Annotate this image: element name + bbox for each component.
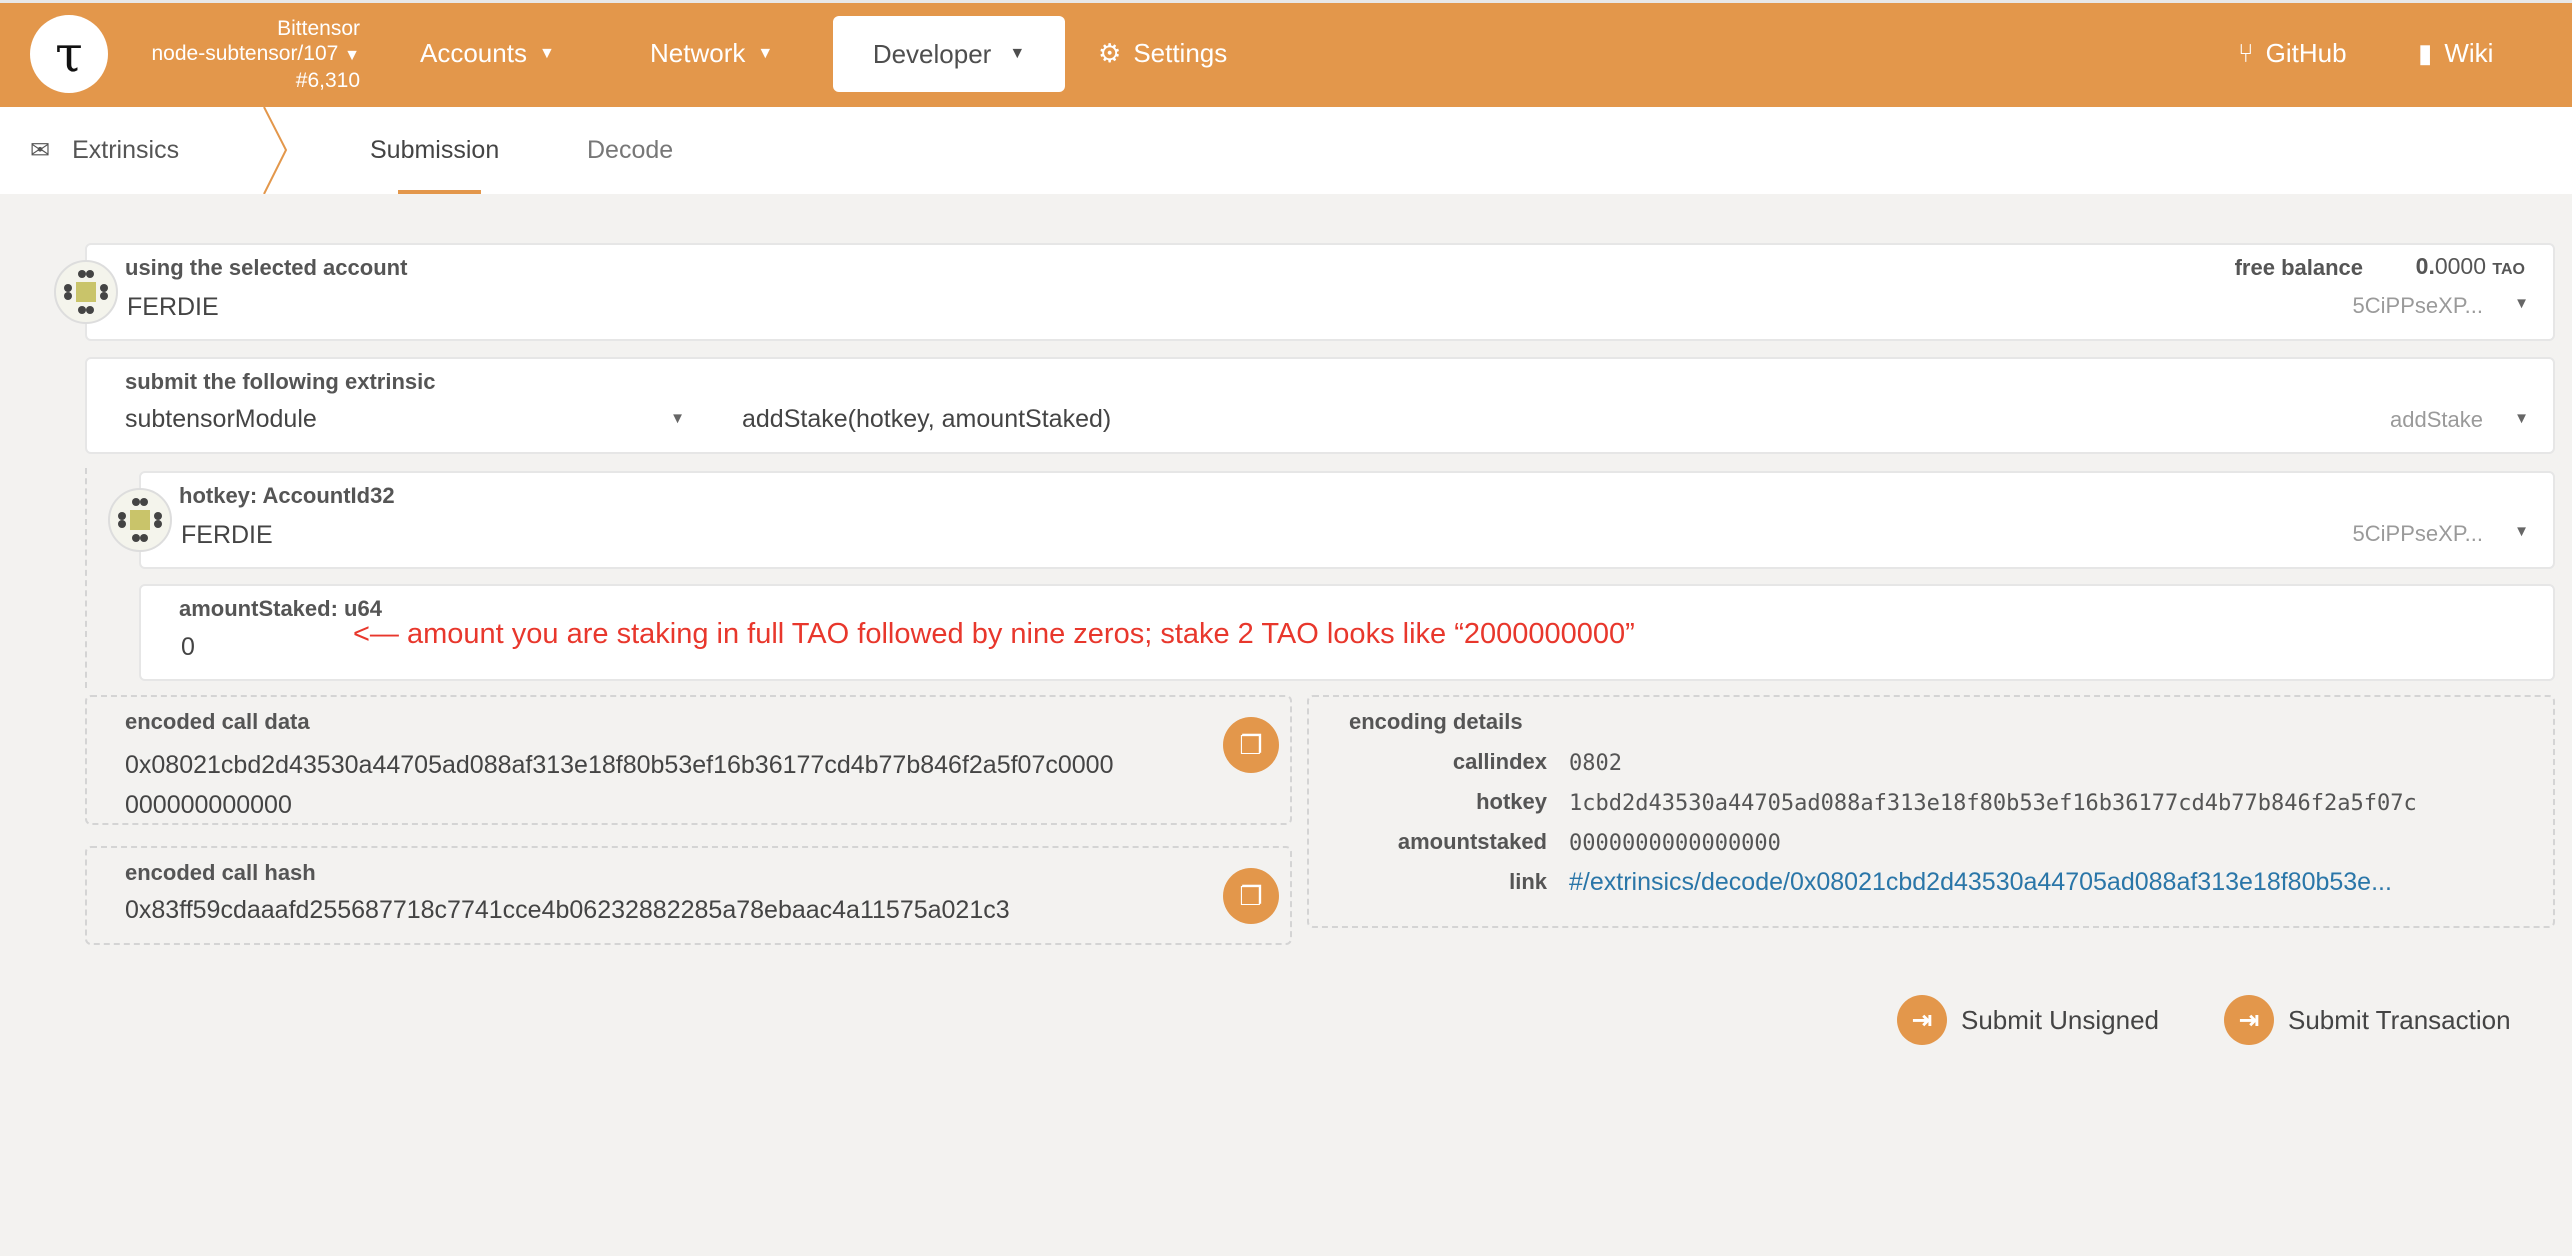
tab-label: Submission: [370, 136, 500, 164]
button-label: Submit Transaction: [2288, 1004, 2511, 1035]
section-extrinsics: ✉ Extrinsics: [30, 107, 179, 194]
account-address: 5CiPPseXP...: [2352, 293, 2483, 318]
detail-key: amountstaked: [1397, 829, 1547, 854]
detail-value: 0000000000000000: [1569, 831, 1781, 856]
amount-label: amountStaked: u64: [179, 596, 382, 621]
hotkey-selector[interactable]: hotkey: AccountId32 FERDIE 5CiPPseXP... …: [139, 471, 2555, 569]
detail-key: link: [1509, 869, 1547, 894]
caret-down-icon: ▼: [2514, 410, 2529, 427]
caret-down-icon: ▼: [538, 44, 555, 62]
hotkey-identicon: [108, 488, 172, 552]
node-version: node-subtensor/107: [151, 42, 339, 65]
method-value: addStake: [2390, 407, 2483, 432]
details-title: encoding details: [1349, 709, 1523, 734]
block-number: #6,310: [295, 69, 360, 92]
envelope-icon: ✉: [30, 137, 51, 164]
nav-label: Network: [650, 38, 746, 68]
account-selector[interactable]: using the selected account FERDIE free b…: [85, 243, 2555, 341]
button-label: Submit Unsigned: [1961, 1004, 2159, 1035]
book-icon: ▮: [2418, 38, 2433, 68]
amount-staked-field[interactable]: amountStaked: u64 0 <— amount you are st…: [139, 584, 2555, 681]
tab-label: Decode: [587, 136, 674, 164]
account-identicon: [54, 260, 118, 324]
call-hash-label: encoded call hash: [125, 860, 316, 885]
balance-unit: TAO: [2492, 261, 2525, 278]
balance-dec: 0000: [2434, 253, 2487, 279]
hotkey-name: FERDIE: [181, 521, 273, 549]
detail-key: hotkey: [1476, 789, 1547, 814]
detail-key: callindex: [1452, 749, 1547, 774]
top-nav-bar: [0, 0, 2572, 107]
wiki-link[interactable]: ▮ Wiki: [2418, 0, 2493, 107]
git-branch-icon: ⑂: [2238, 38, 2254, 68]
encoding-details: encoding details callindex 0802 hotkey 1…: [1307, 695, 2555, 928]
github-link[interactable]: ⑂ GitHub: [2238, 0, 2347, 107]
nav-settings[interactable]: ⚙ Settings: [1098, 0, 1227, 107]
chain-name: Bittensor: [277, 17, 360, 40]
sign-in-icon: ⇥: [2224, 995, 2274, 1045]
balance-value: 0.0000 TAO: [2416, 253, 2525, 280]
module-dropdown[interactable]: subtensorModule ▼: [125, 405, 685, 434]
balance-int: 0.: [2415, 253, 2435, 279]
nav-network[interactable]: Network ▼: [650, 0, 773, 107]
call-data-label: encoded call data: [125, 709, 310, 734]
balance-label: free balance: [2234, 255, 2363, 280]
detail-value: 0802: [1569, 751, 1622, 776]
section-label: Extrinsics: [72, 136, 180, 164]
call-data-line: 000000000000: [125, 791, 292, 819]
extrinsic-label: submit the following extrinsic: [125, 369, 436, 394]
nav-developer[interactable]: Developer ▼: [833, 16, 1065, 92]
extrinsic-selector: submit the following extrinsic subtensor…: [85, 357, 2555, 454]
breadcrumb-divider: [263, 107, 288, 194]
method-dropdown[interactable]: addStake(hotkey, amountStaked) addStake ▼: [742, 405, 2529, 434]
account-label: using the selected account: [125, 255, 408, 280]
bittensor-logo[interactable]: τ: [30, 15, 108, 93]
caret-down-icon: ▼: [2514, 295, 2529, 312]
method-signature: addStake(hotkey, amountStaked): [742, 405, 1112, 433]
account-name: FERDIE: [127, 293, 219, 321]
submit-transaction-button[interactable]: ⇥ Submit Transaction: [2224, 995, 2511, 1045]
encoded-call-data: encoded call data 0x08021cbd2d43530a4470…: [85, 695, 1292, 825]
call-hash-value: 0x83ff59cdaaafd255687718c7741cce4b062328…: [125, 896, 1010, 924]
nav-label: Settings: [1133, 38, 1228, 68]
encoded-call-hash: encoded call hash 0x83ff59cdaaafd2556877…: [85, 846, 1292, 945]
amount-input[interactable]: 0: [181, 633, 195, 662]
gears-icon: ⚙: [1098, 38, 1122, 68]
caret-down-icon: ▼: [757, 44, 774, 62]
module-value: subtensorModule: [125, 405, 317, 433]
copy-icon[interactable]: ❐: [1223, 717, 1279, 773]
active-tab-indicator: [398, 190, 481, 194]
caret-down-icon: ▼: [344, 47, 360, 64]
detail-value: 1cbd2d43530a44705ad088af313e18f80b53ef16…: [1569, 791, 2417, 816]
wiki-label: Wiki: [2444, 38, 2494, 68]
hotkey-label: hotkey: AccountId32: [179, 483, 395, 508]
submit-unsigned-button[interactable]: ⇥ Submit Unsigned: [1897, 995, 2159, 1045]
tab-submission[interactable]: Submission: [370, 107, 499, 194]
sign-in-icon: ⇥: [1897, 995, 1947, 1045]
copy-icon[interactable]: ❐: [1223, 868, 1279, 924]
nav-label: Developer: [872, 38, 992, 69]
caret-down-icon: ▼: [670, 410, 685, 427]
decode-link[interactable]: #/extrinsics/decode/0x08021cbd2d43530a44…: [1569, 868, 2392, 897]
annotation-note: <— amount you are staking in full TAO fo…: [353, 618, 1635, 650]
github-label: GitHub: [2265, 38, 2347, 68]
caret-down-icon: ▼: [2514, 523, 2529, 540]
caret-down-icon: ▼: [1009, 45, 1026, 62]
tab-decode[interactable]: Decode: [587, 107, 673, 194]
call-data-line: 0x08021cbd2d43530a44705ad088af313e18f80b…: [125, 751, 1114, 779]
call-data-value: 0x08021cbd2d43530a44705ad088af313e18f80b…: [125, 745, 1113, 825]
params-divider: [85, 468, 87, 688]
nav-accounts[interactable]: Accounts ▼: [420, 0, 555, 107]
chain-selector[interactable]: Bittensor node-subtensor/107 ▼ #6,310: [120, 16, 361, 93]
nav-label: Accounts: [420, 38, 527, 68]
hotkey-address: 5CiPPseXP...: [2352, 521, 2483, 546]
